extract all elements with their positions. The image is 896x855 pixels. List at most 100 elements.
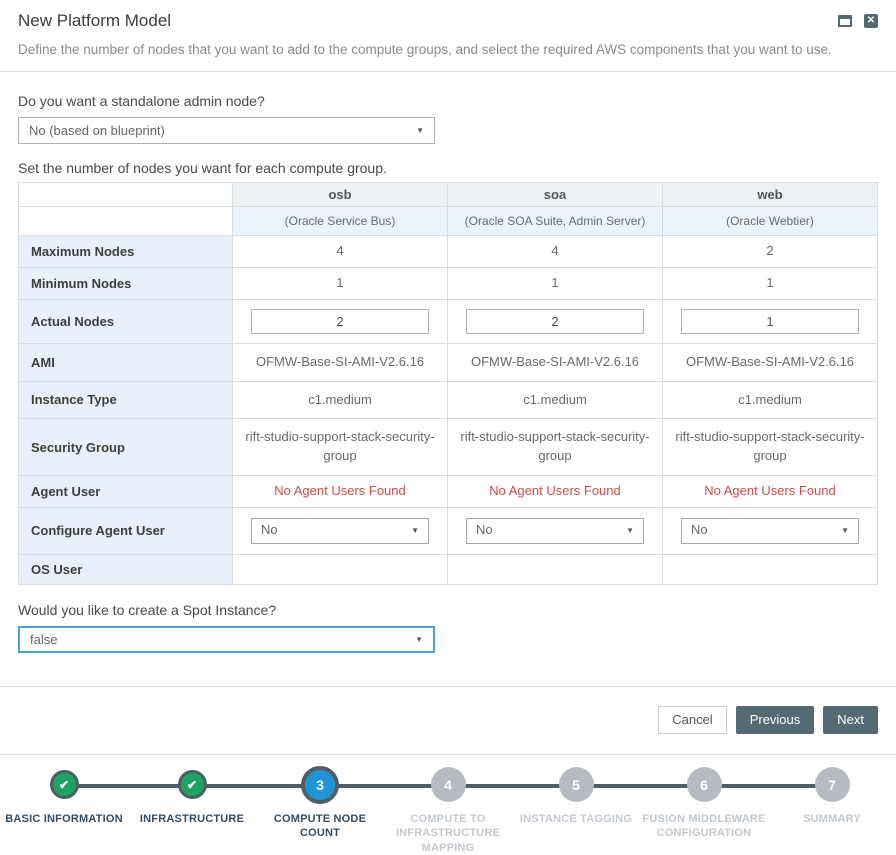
previous-button[interactable]: Previous — [736, 706, 815, 734]
new-platform-model-dialog: New Platform Model ✕ Define the number o… — [0, 0, 896, 790]
next-button[interactable]: Next — [823, 706, 878, 734]
maximum-nodes-soa: 4 — [448, 236, 663, 268]
chevron-down-icon: ▼ — [841, 525, 849, 537]
row-label: Actual Nodes — [19, 299, 233, 343]
admin-node-select[interactable]: No (based on blueprint) ▼ — [18, 117, 435, 144]
chevron-down-icon: ▼ — [411, 525, 419, 537]
column-description-web: (Oracle Webtier) — [663, 207, 878, 236]
cancel-button[interactable]: Cancel — [658, 706, 726, 734]
instance-type-osb: c1.medium — [233, 381, 448, 419]
select-value: No — [261, 521, 278, 540]
ami-soa: OFMW-Base-SI-AMI-V2.6.16 — [448, 343, 663, 381]
step-5-badge: 5 — [559, 767, 594, 802]
agent-user-status-web: No Agent Users Found — [663, 476, 878, 508]
step-instance-tagging: 5 INSTANCE TAGGING — [512, 763, 640, 855]
corner-blank-cell — [19, 183, 233, 207]
chevron-down-icon: ▼ — [626, 525, 634, 537]
compute-groups-table: osb soa web (Oracle Service Bus) (Oracle… — [18, 182, 878, 585]
step-summary: 7 SUMMARY — [768, 763, 896, 855]
wizard-stepper: BASIC INFORMATION INFRASTRUCTURE 3 COMPU… — [0, 755, 896, 855]
row-label: Security Group — [19, 419, 233, 476]
chevron-down-icon: ▼ — [416, 126, 424, 135]
table-row-configure-agent-user: Configure Agent User No ▼ No ▼ — [19, 507, 878, 554]
minimum-nodes-web: 1 — [663, 267, 878, 299]
column-header-web: web — [663, 183, 878, 207]
spot-instance-select[interactable]: false ▼ — [18, 626, 435, 653]
step-label: COMPUTE TO INFRASTRUCTURE MAPPING — [386, 812, 511, 855]
step-label: INFRASTRUCTURE — [140, 812, 244, 826]
step-fusion-middleware-configuration: 6 FUSION MIDDLEWARE CONFIGURATION — [640, 763, 768, 855]
admin-node-select-value: No (based on blueprint) — [29, 123, 165, 138]
table-row-ami: AMI OFMW-Base-SI-AMI-V2.6.16 OFMW-Base-S… — [19, 343, 878, 381]
step-label: COMPUTE NODE COUNT — [258, 812, 383, 841]
step-compute-to-infrastructure-mapping: 4 COMPUTE TO INFRASTRUCTURE MAPPING — [384, 763, 512, 855]
step-6-badge: 6 — [687, 767, 722, 802]
row-label: Configure Agent User — [19, 507, 233, 554]
dialog-subtitle: Define the number of nodes that you want… — [18, 42, 878, 71]
table-row-os-user: OS User — [19, 554, 878, 584]
table-row-agent-user: Agent User No Agent Users Found No Agent… — [19, 476, 878, 508]
agent-user-status-osb: No Agent Users Found — [233, 476, 448, 508]
group-name-row: osb soa web — [19, 183, 878, 207]
configure-agent-user-select-osb[interactable]: No ▼ — [251, 518, 429, 544]
agent-user-status-soa: No Agent Users Found — [448, 476, 663, 508]
step-label: BASIC INFORMATION — [5, 812, 122, 826]
table-row-actual-nodes: Actual Nodes — [19, 299, 878, 343]
step-2-check-icon[interactable] — [178, 770, 207, 799]
select-value: No — [476, 521, 493, 540]
ami-osb: OFMW-Base-SI-AMI-V2.6.16 — [233, 343, 448, 381]
row-label: Instance Type — [19, 381, 233, 419]
column-header-osb: osb — [233, 183, 448, 207]
security-group-osb: rift-studio-support-stack-security-group — [233, 419, 448, 476]
page-title: New Platform Model — [18, 11, 171, 31]
column-header-soa: soa — [448, 183, 663, 207]
instance-type-soa: c1.medium — [448, 381, 663, 419]
actual-nodes-input-osb[interactable] — [251, 309, 429, 334]
step-infrastructure: INFRASTRUCTURE — [128, 763, 256, 855]
column-description-osb: (Oracle Service Bus) — [233, 207, 448, 236]
step-label: INSTANCE TAGGING — [520, 812, 632, 826]
configure-agent-user-select-soa[interactable]: No ▼ — [466, 518, 644, 544]
row-label: Agent User — [19, 476, 233, 508]
spot-instance-select-value: false — [30, 632, 57, 647]
minimum-nodes-soa: 1 — [448, 267, 663, 299]
group-description-row: (Oracle Service Bus) (Oracle SOA Suite, … — [19, 207, 878, 236]
column-description-soa: (Oracle SOA Suite, Admin Server) — [448, 207, 663, 236]
step-1-check-icon[interactable] — [50, 770, 79, 799]
maximum-nodes-osb: 4 — [233, 236, 448, 268]
actual-nodes-input-soa[interactable] — [466, 309, 644, 334]
dialog-header: New Platform Model ✕ Define the number o… — [0, 0, 896, 72]
step-compute-node-count: 3 COMPUTE NODE COUNT — [256, 763, 384, 855]
step-7-badge: 7 — [815, 767, 850, 802]
row-label: AMI — [19, 343, 233, 381]
ami-web: OFMW-Base-SI-AMI-V2.6.16 — [663, 343, 878, 381]
table-row-maximum-nodes: Maximum Nodes 4 4 2 — [19, 236, 878, 268]
step-basic-information: BASIC INFORMATION — [0, 763, 128, 855]
table-row-security-group: Security Group rift-studio-support-stack… — [19, 419, 878, 476]
window-restore-icon[interactable] — [838, 15, 852, 27]
minimum-nodes-osb: 1 — [233, 267, 448, 299]
os-user-soa — [448, 554, 663, 584]
table-row-instance-type: Instance Type c1.medium c1.medium c1.med… — [19, 381, 878, 419]
nodes-caption: Set the number of nodes you want for eac… — [18, 160, 878, 176]
actual-nodes-input-web[interactable] — [681, 309, 859, 334]
os-user-web — [663, 554, 878, 584]
instance-type-web: c1.medium — [663, 381, 878, 419]
close-icon[interactable]: ✕ — [864, 14, 878, 28]
table-row-minimum-nodes: Minimum Nodes 1 1 1 — [19, 267, 878, 299]
footer-button-row: Cancel Previous Next — [0, 687, 896, 755]
configure-agent-user-select-web[interactable]: No ▼ — [681, 518, 859, 544]
step-4-badge: 4 — [431, 767, 466, 802]
security-group-soa: rift-studio-support-stack-security-group — [448, 419, 663, 476]
maximum-nodes-web: 2 — [663, 236, 878, 268]
step-3-badge[interactable]: 3 — [301, 766, 339, 804]
step-label: FUSION MIDDLEWARE CONFIGURATION — [642, 812, 767, 841]
os-user-osb — [233, 554, 448, 584]
step-label: SUMMARY — [803, 812, 861, 826]
chevron-down-icon: ▼ — [415, 635, 423, 644]
spot-instance-question-label: Would you like to create a Spot Instance… — [18, 602, 878, 618]
row-label: Minimum Nodes — [19, 267, 233, 299]
select-value: No — [691, 521, 708, 540]
admin-node-question-label: Do you want a standalone admin node? — [18, 93, 878, 109]
corner-blank-cell — [19, 207, 233, 236]
